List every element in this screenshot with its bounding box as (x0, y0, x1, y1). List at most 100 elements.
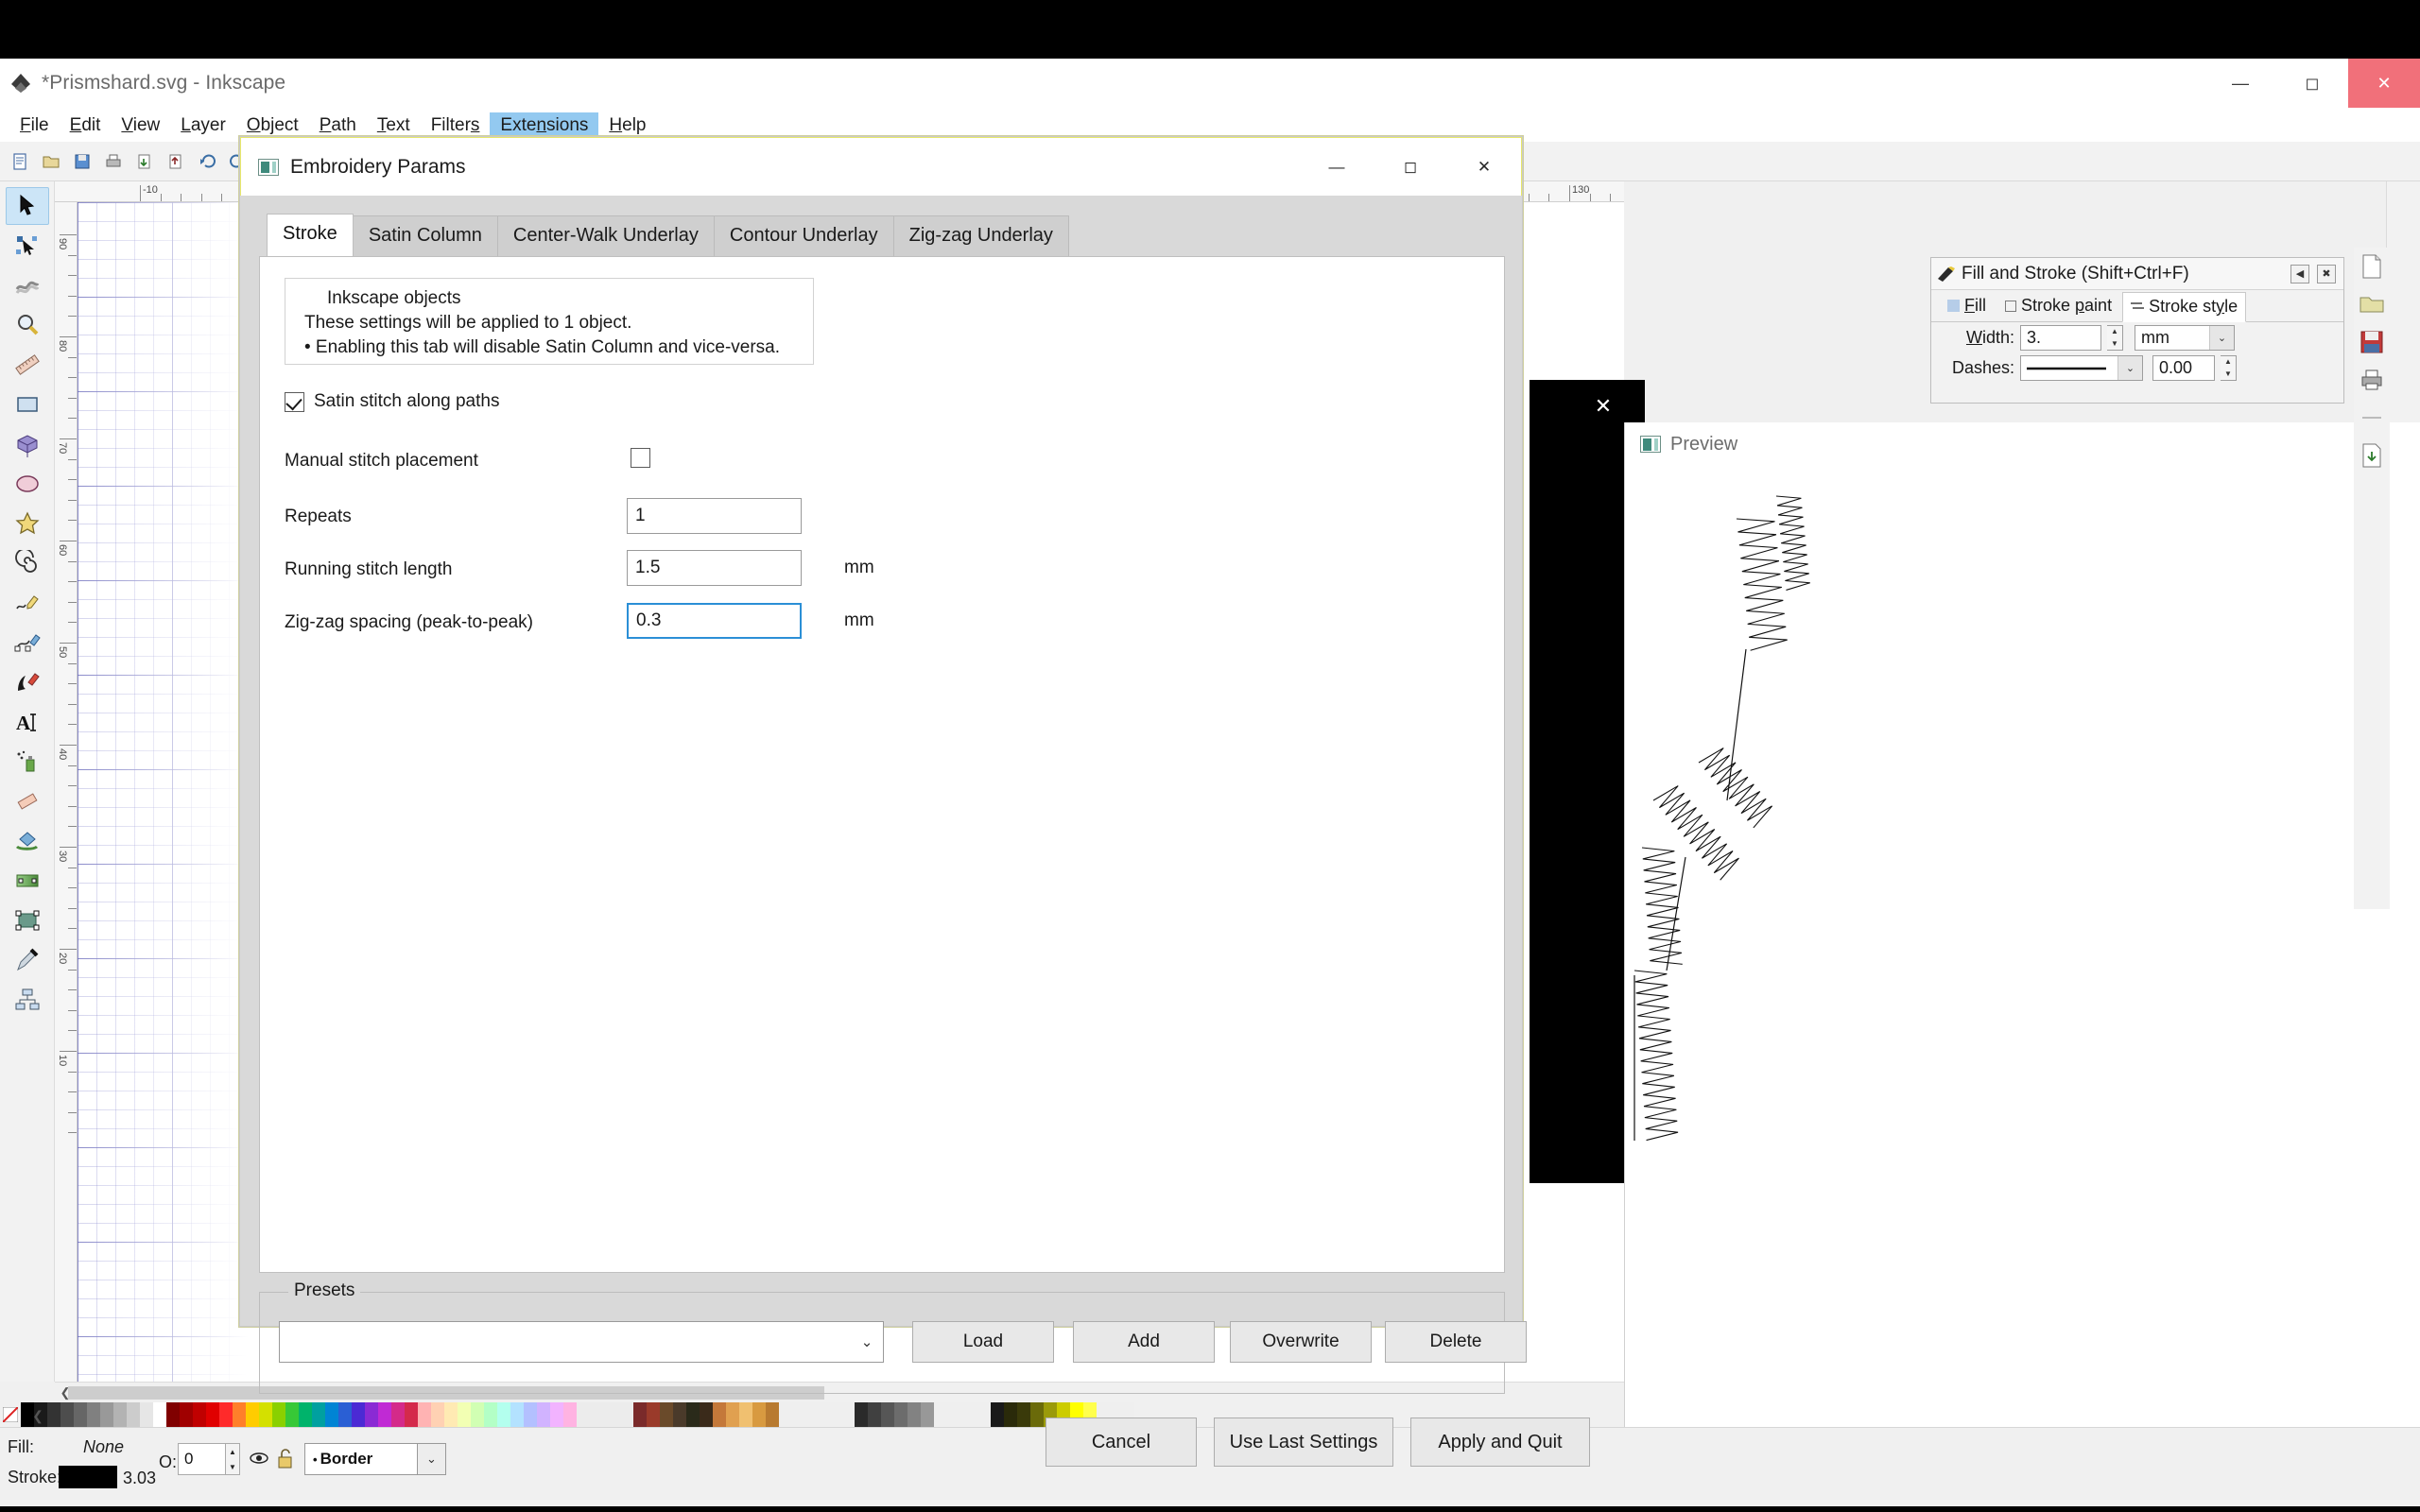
layer-dropdown-chevron-icon[interactable]: ⌄ (418, 1443, 446, 1475)
new-document-icon[interactable] (2356, 248, 2388, 285)
zoom-tool[interactable] (6, 306, 49, 344)
delete-preset-button[interactable]: Delete (1385, 1321, 1527, 1363)
add-preset-button[interactable]: Add (1073, 1321, 1215, 1363)
render-window-close-icon[interactable]: ✕ (1584, 387, 1622, 425)
tweak-tool[interactable] (6, 266, 49, 304)
node-tool[interactable] (6, 227, 49, 265)
use-last-settings-button[interactable]: Use Last Settings (1214, 1418, 1393, 1467)
overwrite-preset-button[interactable]: Overwrite (1230, 1321, 1372, 1363)
opacity-input[interactable]: 0 (178, 1443, 227, 1475)
star-tool[interactable] (6, 505, 49, 542)
stroke-width-unit-select[interactable]: mm ⌄ (2135, 324, 2235, 351)
fill-swatch-icon (1947, 300, 1960, 312)
apply-and-quit-button[interactable]: Apply and Quit (1410, 1418, 1590, 1467)
satin-stitch-along-paths-row[interactable]: Satin stitch along paths (285, 391, 499, 412)
save-icon[interactable] (68, 147, 96, 176)
import-icon[interactable] (130, 147, 159, 176)
tab-fill[interactable]: Fill (1939, 291, 1995, 321)
save-icon[interactable] (2356, 323, 2388, 361)
cancel-button[interactable]: Cancel (1046, 1418, 1197, 1467)
spray-tool[interactable] (6, 743, 49, 781)
chevron-down-icon[interactable]: ⌄ (2118, 355, 2142, 380)
chevron-down-icon[interactable]: ⌄ (851, 1322, 883, 1362)
unlock-icon[interactable] (276, 1447, 297, 1471)
dash-offset-stepper[interactable]: ▲ ▼ (2221, 354, 2237, 381)
dock-close-icon[interactable]: ✖ (2317, 264, 2336, 284)
ruler-minor-tick (68, 560, 77, 562)
menu-layer[interactable]: Layer (170, 112, 236, 138)
ruler-tick (60, 234, 77, 235)
repeats-input[interactable]: 1 (627, 498, 802, 534)
satin-stitch-along-paths-checkbox[interactable] (285, 391, 304, 412)
connector-tool[interactable] (6, 981, 49, 1019)
gradient-tool[interactable] (6, 862, 49, 900)
open-folder-icon[interactable] (2356, 285, 2388, 323)
stroke-color-swatch[interactable] (59, 1466, 117, 1488)
palette-scroll-left-icon[interactable]: ❮ (0, 1405, 76, 1426)
tab-center-walk-underlay[interactable]: Center-Walk Underlay (496, 215, 715, 256)
dash-offset-input[interactable]: 0.00 (2152, 354, 2215, 381)
tab-contour-underlay[interactable]: Contour Underlay (713, 215, 894, 256)
ruler-minor-tick (68, 907, 77, 909)
preview-window: Preview (1624, 422, 2420, 1427)
print-icon[interactable] (2356, 361, 2388, 399)
maximize-button[interactable]: ◻ (2276, 59, 2348, 108)
minimize-button[interactable]: — (2204, 59, 2276, 108)
menu-filters[interactable]: Filters (421, 112, 491, 138)
menu-file[interactable]: File (9, 112, 60, 138)
tab-satin-column[interactable]: Satin Column (352, 215, 498, 256)
dropper-tool[interactable] (6, 941, 49, 979)
bezier-tool[interactable] (6, 624, 49, 662)
calligraphy-tool[interactable] (6, 663, 49, 701)
menu-extensions[interactable]: Extensions (490, 112, 599, 138)
dialog-minimize-button[interactable]: — (1300, 138, 1374, 197)
tab-stroke-style[interactable]: Stroke style (2122, 292, 2247, 322)
ellipse-tool[interactable] (6, 465, 49, 503)
fill-value[interactable]: None (83, 1437, 124, 1457)
dock-collapse-icon[interactable]: ◀ (2290, 264, 2309, 284)
rectangle-tool[interactable] (6, 386, 49, 423)
spiral-tool[interactable] (6, 544, 49, 582)
stroke-width-input[interactable]: 3. (2020, 324, 2101, 351)
import-icon[interactable] (2356, 437, 2388, 474)
opacity-stepper[interactable]: ▲ ▼ (225, 1443, 240, 1475)
dialog-maximize-button[interactable]: ◻ (1374, 138, 1447, 197)
pencil-tool[interactable] (6, 584, 49, 622)
mesh-tool[interactable] (6, 902, 49, 939)
zigzag-spacing-input[interactable]: 0.3 (627, 603, 802, 639)
menu-view[interactable]: View (111, 112, 170, 138)
measure-tool[interactable] (6, 346, 49, 384)
menu-path[interactable]: Path (309, 112, 367, 138)
export-icon[interactable] (162, 147, 190, 176)
dash-pattern-select[interactable]: ⌄ (2020, 354, 2143, 381)
print-icon[interactable] (99, 147, 128, 176)
running-stitch-length-input[interactable]: 1.5 (627, 550, 802, 586)
menu-object[interactable]: Object (236, 112, 309, 138)
tab-stroke[interactable]: Stroke (267, 214, 354, 256)
tab-zigzag-underlay[interactable]: Zig-zag Underlay (892, 215, 1069, 256)
stroke-width-stepper[interactable]: ▲ ▼ (2107, 324, 2123, 351)
eraser-tool[interactable] (6, 782, 49, 820)
menu-text[interactable]: Text (367, 112, 421, 138)
dialog-close-button[interactable]: ✕ (1447, 138, 1521, 197)
presets-group: Presets ⌄ Load Add Overwrite Delete (259, 1280, 1527, 1394)
stroke-width-value[interactable]: 3.03 (123, 1469, 156, 1488)
menu-help[interactable]: Help (598, 112, 656, 138)
tab-stroke-paint[interactable]: Stroke paint (1996, 291, 2120, 321)
selector-tool[interactable] (5, 187, 49, 225)
text-tool[interactable]: A (6, 703, 49, 741)
close-button[interactable]: ✕ (2348, 59, 2420, 108)
preset-select[interactable]: ⌄ (279, 1321, 884, 1363)
new-document-icon[interactable] (6, 147, 34, 176)
open-document-icon[interactable] (37, 147, 65, 176)
chevron-down-icon[interactable]: ⌄ (2209, 325, 2234, 350)
load-preset-button[interactable]: Load (912, 1321, 1054, 1363)
current-layer-field[interactable]: • Border (304, 1443, 418, 1475)
3dbox-tool[interactable] (6, 425, 49, 463)
eye-icon[interactable] (248, 1449, 270, 1471)
paint-bucket-tool[interactable] (6, 822, 49, 860)
ruler-label: 80 (57, 340, 68, 352)
menu-edit[interactable]: Edit (60, 112, 112, 138)
manual-stitch-placement-checkbox[interactable] (631, 448, 650, 468)
undo-icon[interactable] (193, 147, 221, 176)
